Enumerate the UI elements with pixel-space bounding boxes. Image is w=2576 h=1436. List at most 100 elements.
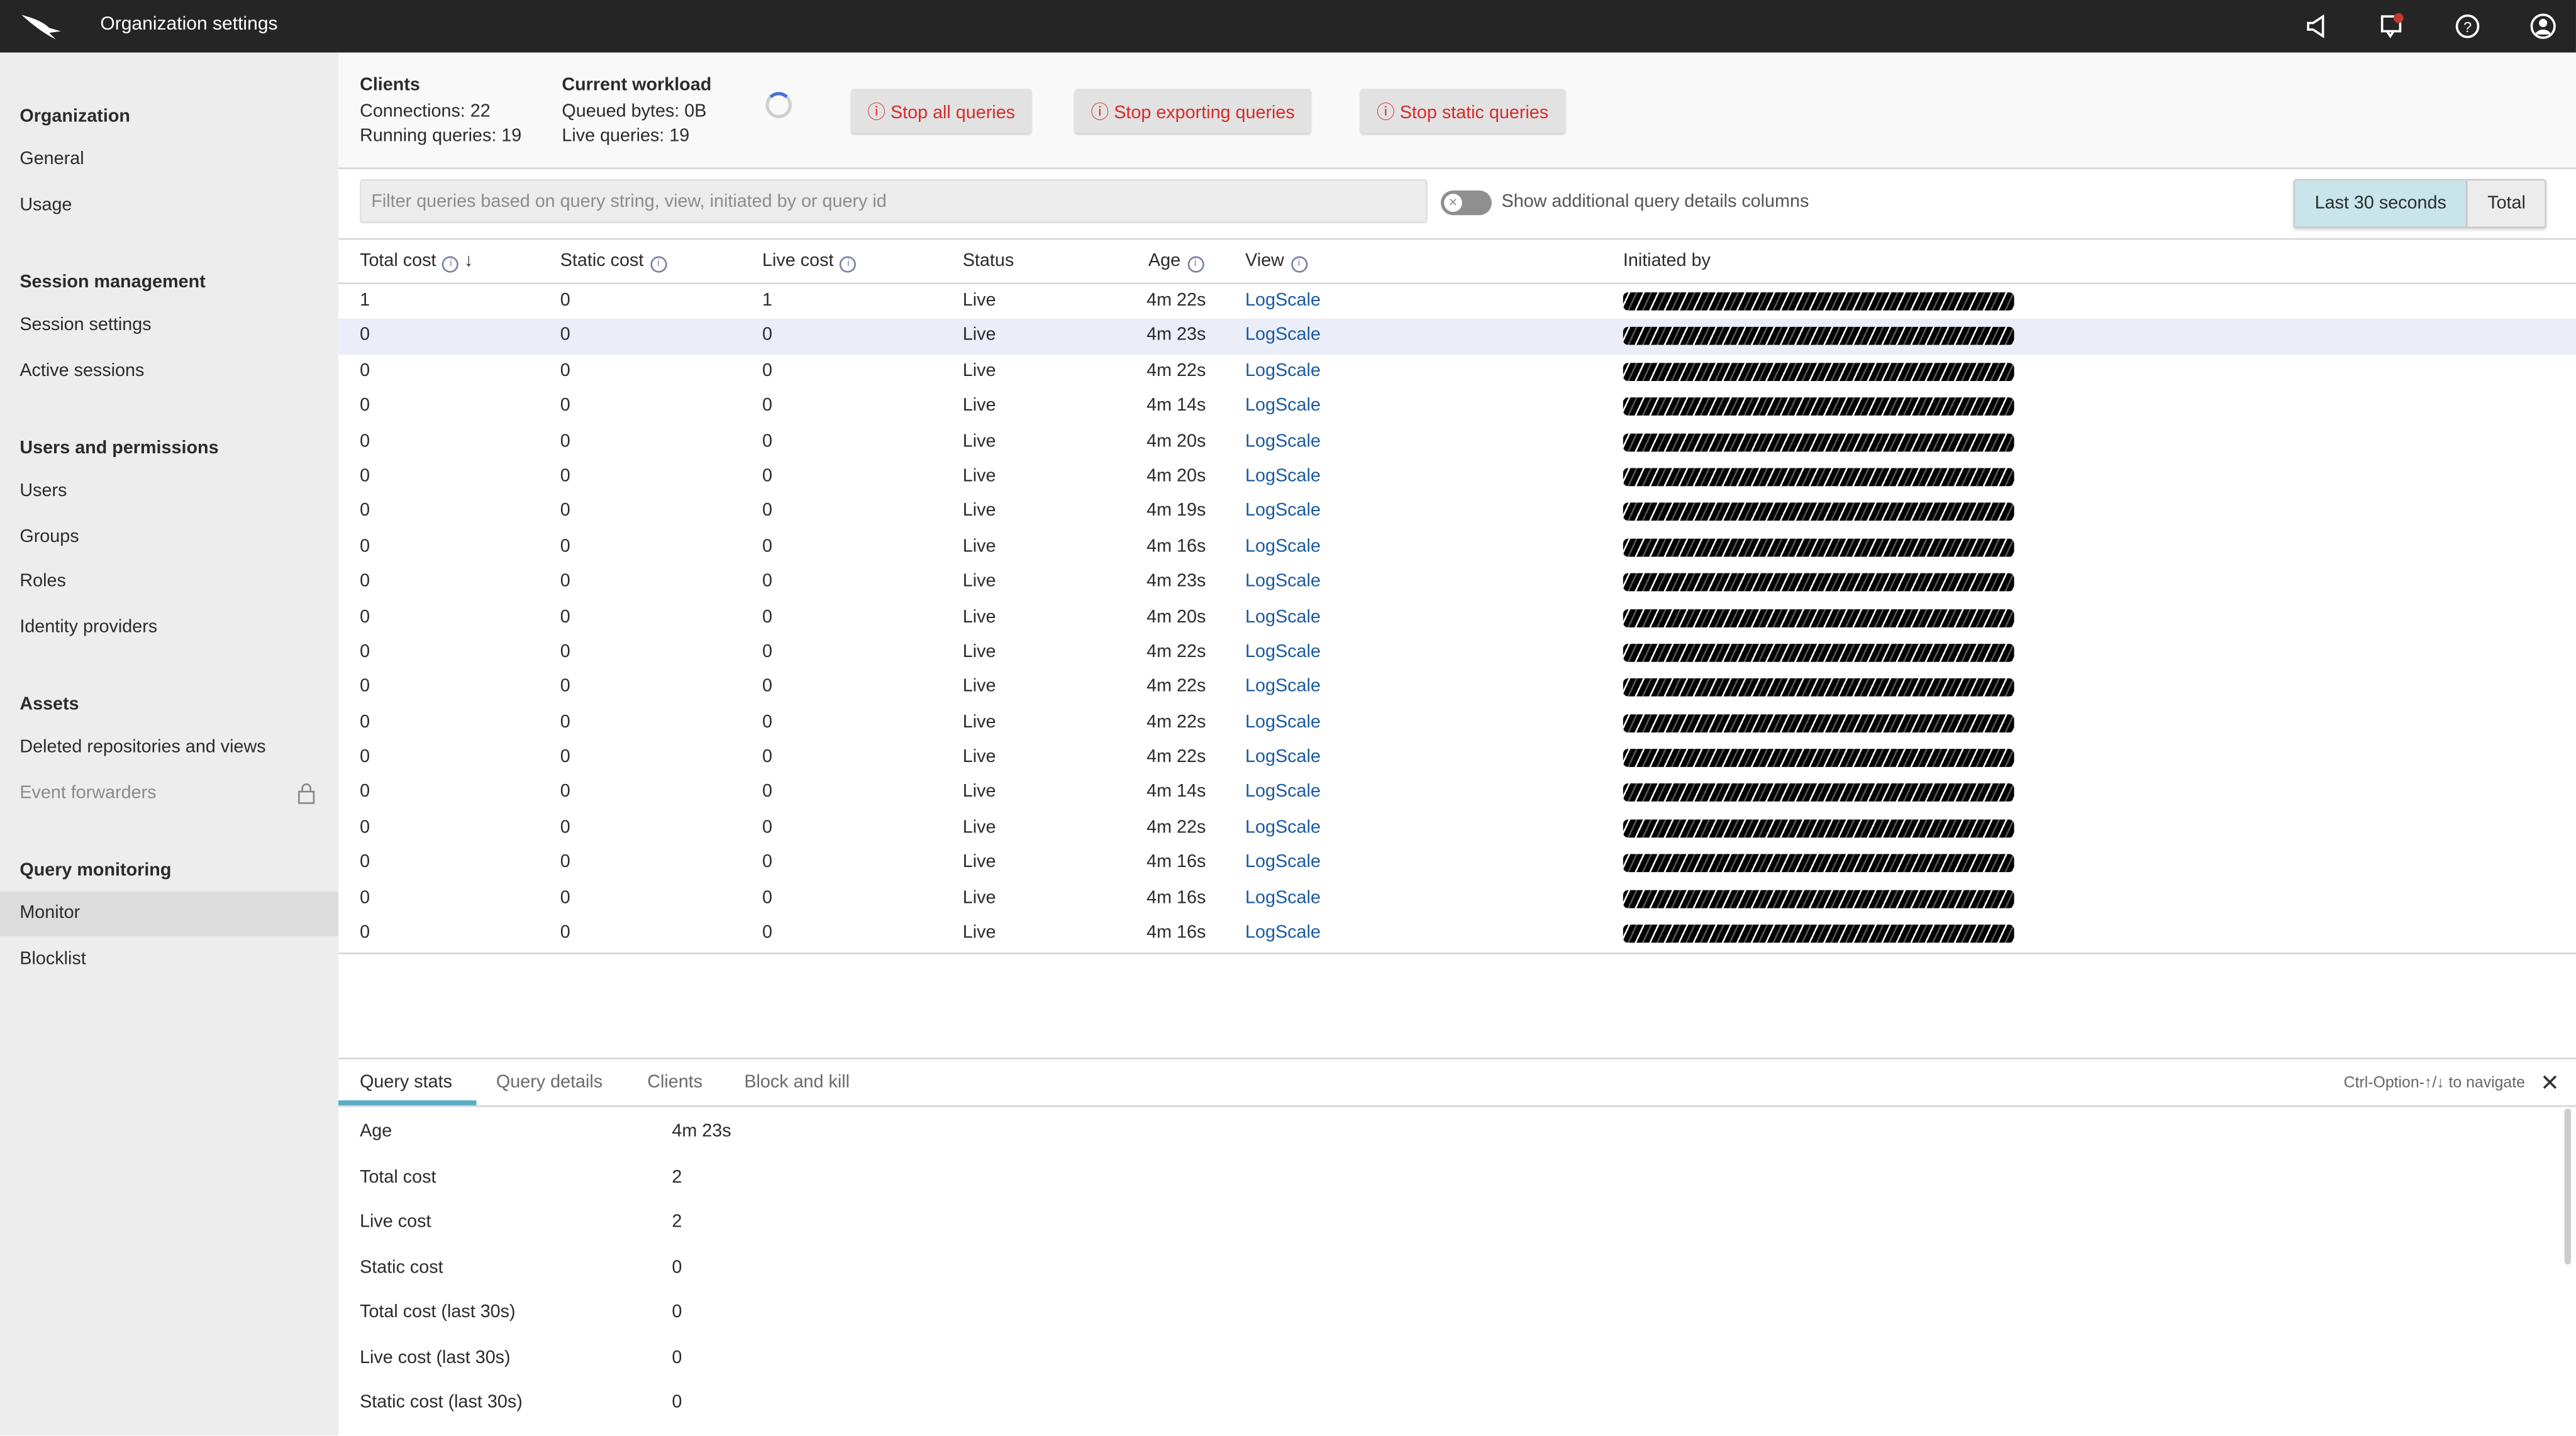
view-link[interactable]: LogScale [1245,712,1321,732]
help-icon[interactable]: ? [2455,13,2481,40]
segment-total[interactable]: Total [2467,180,2546,227]
view-link[interactable]: LogScale [1245,536,1321,556]
column-initiated-by[interactable]: Initiated by [1623,251,1711,271]
table-row[interactable]: 0 0 0 Live 4m 14s LogScale [338,390,2576,425]
sidebar-section-query-monitoring: Query monitoring [19,860,172,881]
stop-static-queries-button[interactable]: ⓘ Stop static queries [1360,89,1565,133]
table-row[interactable]: 0 0 0 Live 4m 22s LogScale [338,811,2576,846]
sidebar-item-monitor[interactable]: Monitor [0,892,339,936]
notifications-icon[interactable] [2379,13,2405,40]
table-row[interactable]: 0 0 0 Live 4m 22s LogScale [338,705,2576,741]
table-row[interactable]: 0 0 0 Live 4m 22s LogScale [338,636,2576,671]
megaphone-icon[interactable] [2303,13,2329,40]
table-row[interactable]: 0 0 0 Live 4m 22s LogScale [338,741,2576,776]
redacted-initiated-by [1623,362,2014,381]
redacted-initiated-by [1623,397,2014,416]
view-link[interactable]: LogScale [1245,853,1321,872]
close-icon[interactable]: ✕ [2540,1069,2560,1097]
view-link[interactable]: LogScale [1245,923,1321,942]
tab-clients[interactable]: Clients [647,1073,702,1092]
info-icon[interactable]: i [1187,256,1204,273]
button-label: Stop all queries [890,102,1016,123]
redacted-initiated-by [1623,749,2014,768]
redacted-initiated-by [1623,327,2014,346]
status-cell: Live [962,572,996,592]
sidebar-item-general[interactable]: General [0,138,338,182]
user-icon[interactable] [2530,13,2557,40]
table-row[interactable]: 1 0 1 Live 4m 22s LogScale [338,284,2576,319]
status-cell: Live [962,853,996,873]
info-icon[interactable]: i [840,256,857,273]
view-link[interactable]: LogScale [1245,642,1321,661]
stop-all-queries-button[interactable]: ⓘ Stop all queries [851,89,1032,133]
table-row[interactable]: 0 0 0 Live 4m 20s LogScale [338,600,2576,636]
view-link[interactable]: LogScale [1245,783,1321,802]
static-cost-cell: 0 [560,431,570,451]
sidebar-item-active-sessions[interactable]: Active sessions [0,350,338,394]
column-status[interactable]: Status [963,251,1014,271]
table-row[interactable]: 0 0 0 Live 4m 16s LogScale [338,530,2576,565]
table-row[interactable]: 0 0 0 Live 4m 16s LogScale [338,881,2576,917]
sidebar-item-groups[interactable]: Groups [0,516,338,560]
age-cell: 4m 16s [1146,853,1206,873]
view-link[interactable]: LogScale [1245,431,1321,451]
sidebar-item-users[interactable]: Users [0,470,338,514]
query-filter-input[interactable] [360,179,1428,224]
static-cost-cell: 0 [560,572,570,592]
sidebar-item-deleted-repositories[interactable]: Deleted repositories and views [0,726,338,771]
tab-query-stats[interactable]: Query stats [360,1073,452,1092]
falcon-logo[interactable] [19,11,62,41]
sidebar-item-identity-providers[interactable]: Identity providers [0,606,338,651]
view-link[interactable]: LogScale [1245,677,1321,697]
static-cost-cell: 0 [560,817,570,837]
total-cost-cell: 0 [360,361,370,381]
column-view[interactable]: View i [1245,251,1307,273]
table-row[interactable]: 0 0 0 Live 4m 16s LogScale [338,917,2576,952]
view-link[interactable]: LogScale [1245,888,1321,907]
table-row[interactable]: 0 0 0 Live 4m 23s LogScale [338,565,2576,600]
view-link[interactable]: LogScale [1245,467,1321,486]
tab-query-details[interactable]: Query details [496,1073,602,1092]
table-row[interactable]: 0 0 0 Live 4m 14s LogScale [338,776,2576,811]
table-row[interactable]: 0 0 0 Live 4m 16s LogScale [338,846,2576,881]
view-link[interactable]: LogScale [1245,607,1321,626]
sidebar-item-session-settings[interactable]: Session settings [0,304,338,348]
view-link[interactable]: LogScale [1245,361,1321,380]
info-icon[interactable]: i [442,256,460,273]
redacted-initiated-by [1623,819,2014,837]
sidebar-item-event-forwarders[interactable]: Event forwarders [0,772,338,817]
additional-columns-toggle[interactable] [1440,191,1492,216]
table-row[interactable]: 0 0 0 Live 4m 23s LogScale [338,319,2576,355]
sidebar-item-blocklist[interactable]: Blocklist [0,938,338,983]
table-row[interactable]: 0 0 0 Live 4m 20s LogScale [338,424,2576,460]
static-cost-cell: 0 [560,712,570,732]
view-link[interactable]: LogScale [1245,818,1321,837]
view-link[interactable]: LogScale [1245,748,1321,767]
sidebar-item-usage[interactable]: Usage [0,184,338,229]
details-scrollbar[interactable] [2564,1108,2572,1265]
column-live-cost[interactable]: Live cost i [762,251,857,273]
column-static-cost[interactable]: Static cost i [560,251,667,273]
live-cost-cell: 0 [762,923,773,943]
view-link[interactable]: LogScale [1245,502,1321,521]
segment-last-30-seconds[interactable]: Last 30 seconds [2295,180,2468,227]
info-icon[interactable]: i [650,256,667,273]
column-age[interactable]: Age i [1148,251,1204,273]
tab-block-and-kill[interactable]: Block and kill [744,1073,850,1092]
redacted-initiated-by [1623,643,2014,662]
table-row[interactable]: 0 0 0 Live 4m 22s LogScale [338,355,2576,390]
stop-exporting-queries-button[interactable]: ⓘ Stop exporting queries [1074,89,1311,133]
redacted-initiated-by [1623,854,2014,873]
table-row[interactable]: 0 0 0 Live 4m 20s LogScale [338,460,2576,495]
sidebar-item-roles[interactable]: Roles [0,560,338,605]
info-icon[interactable]: i [1291,256,1307,273]
stat-value: 0 [672,1347,682,1367]
view-link[interactable]: LogScale [1245,290,1321,310]
column-total-cost[interactable]: Total cost i ↓ [360,251,473,273]
view-link[interactable]: LogScale [1245,572,1321,591]
table-row[interactable]: 0 0 0 Live 4m 22s LogScale [338,671,2576,706]
view-link[interactable]: LogScale [1245,326,1321,345]
table-row[interactable]: 0 0 0 Live 4m 19s LogScale [338,495,2576,530]
static-cost-cell: 0 [560,326,570,346]
view-link[interactable]: LogScale [1245,396,1321,416]
